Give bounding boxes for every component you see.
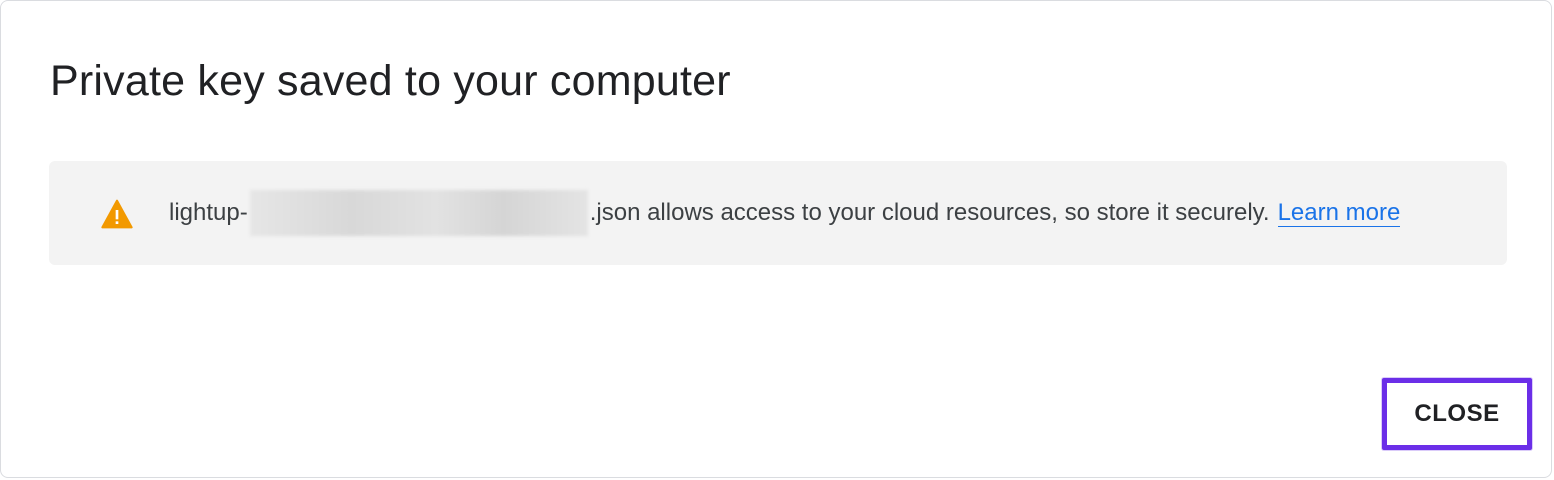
learn-more-link[interactable]: Learn more	[1277, 199, 1401, 227]
redacted-filename	[249, 190, 588, 236]
warning-icon	[101, 199, 133, 229]
filename-prefix: lightup-	[169, 199, 248, 226]
close-button[interactable]: CLOSE	[1382, 378, 1532, 450]
notice-message: .json allows access to your cloud resour…	[589, 199, 1270, 226]
dialog-title: Private key saved to your computer	[50, 57, 731, 105]
key-saved-dialog: Private key saved to your computer light…	[0, 0, 1552, 478]
notice-text: lightup- .json allows access to your clo…	[169, 190, 1401, 236]
